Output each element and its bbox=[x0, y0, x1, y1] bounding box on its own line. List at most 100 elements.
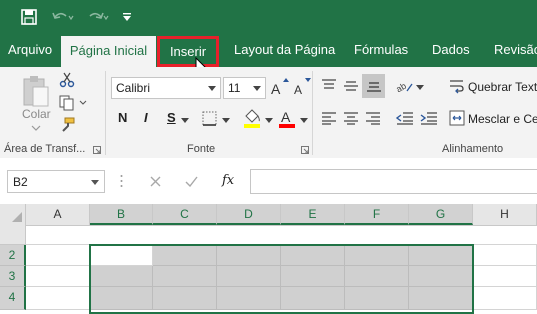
undo-icon[interactable] bbox=[50, 7, 76, 27]
wrap-text-button[interactable]: Quebrar Texto bbox=[468, 80, 537, 94]
align-right-icon[interactable] bbox=[362, 108, 384, 128]
cell[interactable] bbox=[153, 287, 217, 310]
tab-inserir[interactable]: Inserir bbox=[157, 36, 219, 67]
font-size-select[interactable]: 11 bbox=[223, 77, 266, 99]
column-header-c[interactable]: C bbox=[153, 204, 217, 225]
fill-color-icon[interactable] bbox=[242, 107, 262, 129]
cell[interactable] bbox=[217, 245, 281, 266]
align-middle-icon[interactable] bbox=[340, 75, 362, 97]
font-color-dropdown-icon[interactable] bbox=[300, 118, 308, 123]
save-icon[interactable] bbox=[18, 7, 40, 27]
row-header-2[interactable]: 2 bbox=[0, 245, 26, 266]
align-center-icon[interactable] bbox=[340, 108, 362, 128]
bold-button[interactable]: N bbox=[118, 110, 127, 125]
ribbon: Colar Área de Transf... Calibri 11 A A N… bbox=[0, 67, 537, 159]
tab-formulas[interactable]: Fórmulas bbox=[354, 42, 408, 57]
tab-pagina-inicial[interactable]: Página Inicial bbox=[61, 36, 156, 67]
column-header-f[interactable]: F bbox=[345, 204, 409, 225]
chevron-down-icon[interactable] bbox=[91, 180, 99, 185]
cell[interactable] bbox=[409, 245, 473, 266]
increase-indent-icon[interactable] bbox=[418, 108, 440, 128]
cell[interactable] bbox=[26, 266, 90, 287]
tab-layout[interactable]: Layout da Página bbox=[234, 42, 335, 57]
svg-text:A: A bbox=[294, 83, 302, 97]
font-launcher-icon[interactable] bbox=[301, 146, 309, 154]
orientation-dropdown-icon[interactable] bbox=[416, 85, 424, 90]
clipboard-group-label: Área de Transf... bbox=[4, 143, 86, 155]
fill-color-dropdown-icon[interactable] bbox=[265, 118, 273, 123]
font-family-select[interactable]: Calibri bbox=[111, 77, 221, 99]
underline-dropdown-icon[interactable] bbox=[181, 118, 189, 123]
resize-handle-icon[interactable] bbox=[120, 174, 123, 189]
cell[interactable] bbox=[409, 266, 473, 287]
cell[interactable] bbox=[217, 266, 281, 287]
cell[interactable] bbox=[409, 287, 473, 310]
paste-dropdown-icon[interactable] bbox=[31, 125, 41, 131]
align-left-icon[interactable] bbox=[318, 108, 340, 128]
row-header-4[interactable]: 4 bbox=[0, 287, 26, 310]
row-header[interactable] bbox=[0, 225, 26, 245]
decrease-indent-icon[interactable] bbox=[394, 108, 416, 128]
redo-icon[interactable] bbox=[84, 7, 110, 27]
insert-function-button[interactable]: fx bbox=[222, 173, 234, 188]
column-header-a[interactable]: A bbox=[26, 204, 90, 225]
chevron-down-icon bbox=[253, 86, 261, 91]
cell[interactable] bbox=[90, 287, 153, 310]
cancel-icon[interactable] bbox=[146, 172, 164, 190]
name-box[interactable]: B2 bbox=[7, 170, 105, 193]
cell[interactable] bbox=[281, 245, 345, 266]
cell[interactable] bbox=[26, 287, 90, 310]
column-header-h[interactable]: H bbox=[473, 204, 537, 225]
align-top-icon[interactable] bbox=[318, 75, 340, 97]
italic-button[interactable]: I bbox=[144, 110, 148, 125]
paste-button[interactable]: Colar bbox=[22, 107, 51, 121]
enter-icon[interactable] bbox=[182, 172, 200, 190]
customize-qat-icon[interactable] bbox=[120, 7, 134, 27]
cell[interactable] bbox=[345, 287, 409, 310]
cell[interactable] bbox=[473, 266, 537, 287]
paste-icon[interactable] bbox=[20, 73, 52, 111]
tab-arquivo[interactable]: Arquivo bbox=[8, 42, 52, 57]
cell[interactable] bbox=[90, 266, 153, 287]
grow-font-icon[interactable]: A bbox=[268, 75, 290, 99]
clipboard-launcher-icon[interactable] bbox=[93, 146, 101, 154]
name-box-value: B2 bbox=[13, 175, 28, 189]
underline-button[interactable]: S bbox=[167, 110, 176, 125]
font-color-icon[interactable]: A bbox=[277, 107, 297, 129]
formula-input[interactable] bbox=[250, 169, 537, 194]
cell[interactable] bbox=[26, 245, 90, 266]
tab-revisao[interactable]: Revisão bbox=[494, 42, 537, 57]
merge-cells-icon[interactable] bbox=[448, 109, 466, 127]
tab-dados[interactable]: Dados bbox=[432, 42, 470, 57]
copy-dropdown-icon[interactable] bbox=[79, 100, 87, 105]
row-header-3[interactable]: 3 bbox=[0, 266, 26, 287]
select-all-button[interactable] bbox=[0, 204, 26, 225]
copy-icon[interactable] bbox=[58, 94, 76, 112]
cell[interactable] bbox=[345, 266, 409, 287]
active-cell[interactable] bbox=[90, 245, 153, 266]
separator bbox=[312, 71, 313, 155]
cell[interactable] bbox=[153, 245, 217, 266]
font-size-value: 11 bbox=[228, 81, 241, 95]
shrink-font-icon[interactable]: A bbox=[291, 75, 313, 99]
cut-icon[interactable] bbox=[58, 71, 76, 89]
cell[interactable] bbox=[473, 287, 537, 310]
orientation-icon[interactable]: ab bbox=[394, 75, 416, 97]
alignment-group-label: Alinhamento bbox=[442, 143, 504, 155]
wrap-text-icon[interactable] bbox=[448, 77, 466, 95]
column-header-b[interactable]: B bbox=[90, 204, 153, 225]
cell[interactable] bbox=[345, 245, 409, 266]
cell[interactable] bbox=[281, 266, 345, 287]
borders-icon[interactable] bbox=[200, 109, 218, 127]
cell[interactable] bbox=[281, 287, 345, 310]
cell[interactable] bbox=[473, 245, 537, 266]
align-bottom-icon[interactable] bbox=[362, 74, 385, 98]
cell[interactable] bbox=[153, 266, 217, 287]
merge-button[interactable]: Mesclar e Ce bbox=[468, 112, 537, 126]
column-header-g[interactable]: G bbox=[409, 204, 473, 225]
borders-dropdown-icon[interactable] bbox=[222, 118, 230, 123]
cell[interactable] bbox=[217, 287, 281, 310]
column-header-d[interactable]: D bbox=[217, 204, 281, 225]
column-header-e[interactable]: E bbox=[281, 204, 345, 225]
format-painter-icon[interactable] bbox=[58, 116, 76, 134]
